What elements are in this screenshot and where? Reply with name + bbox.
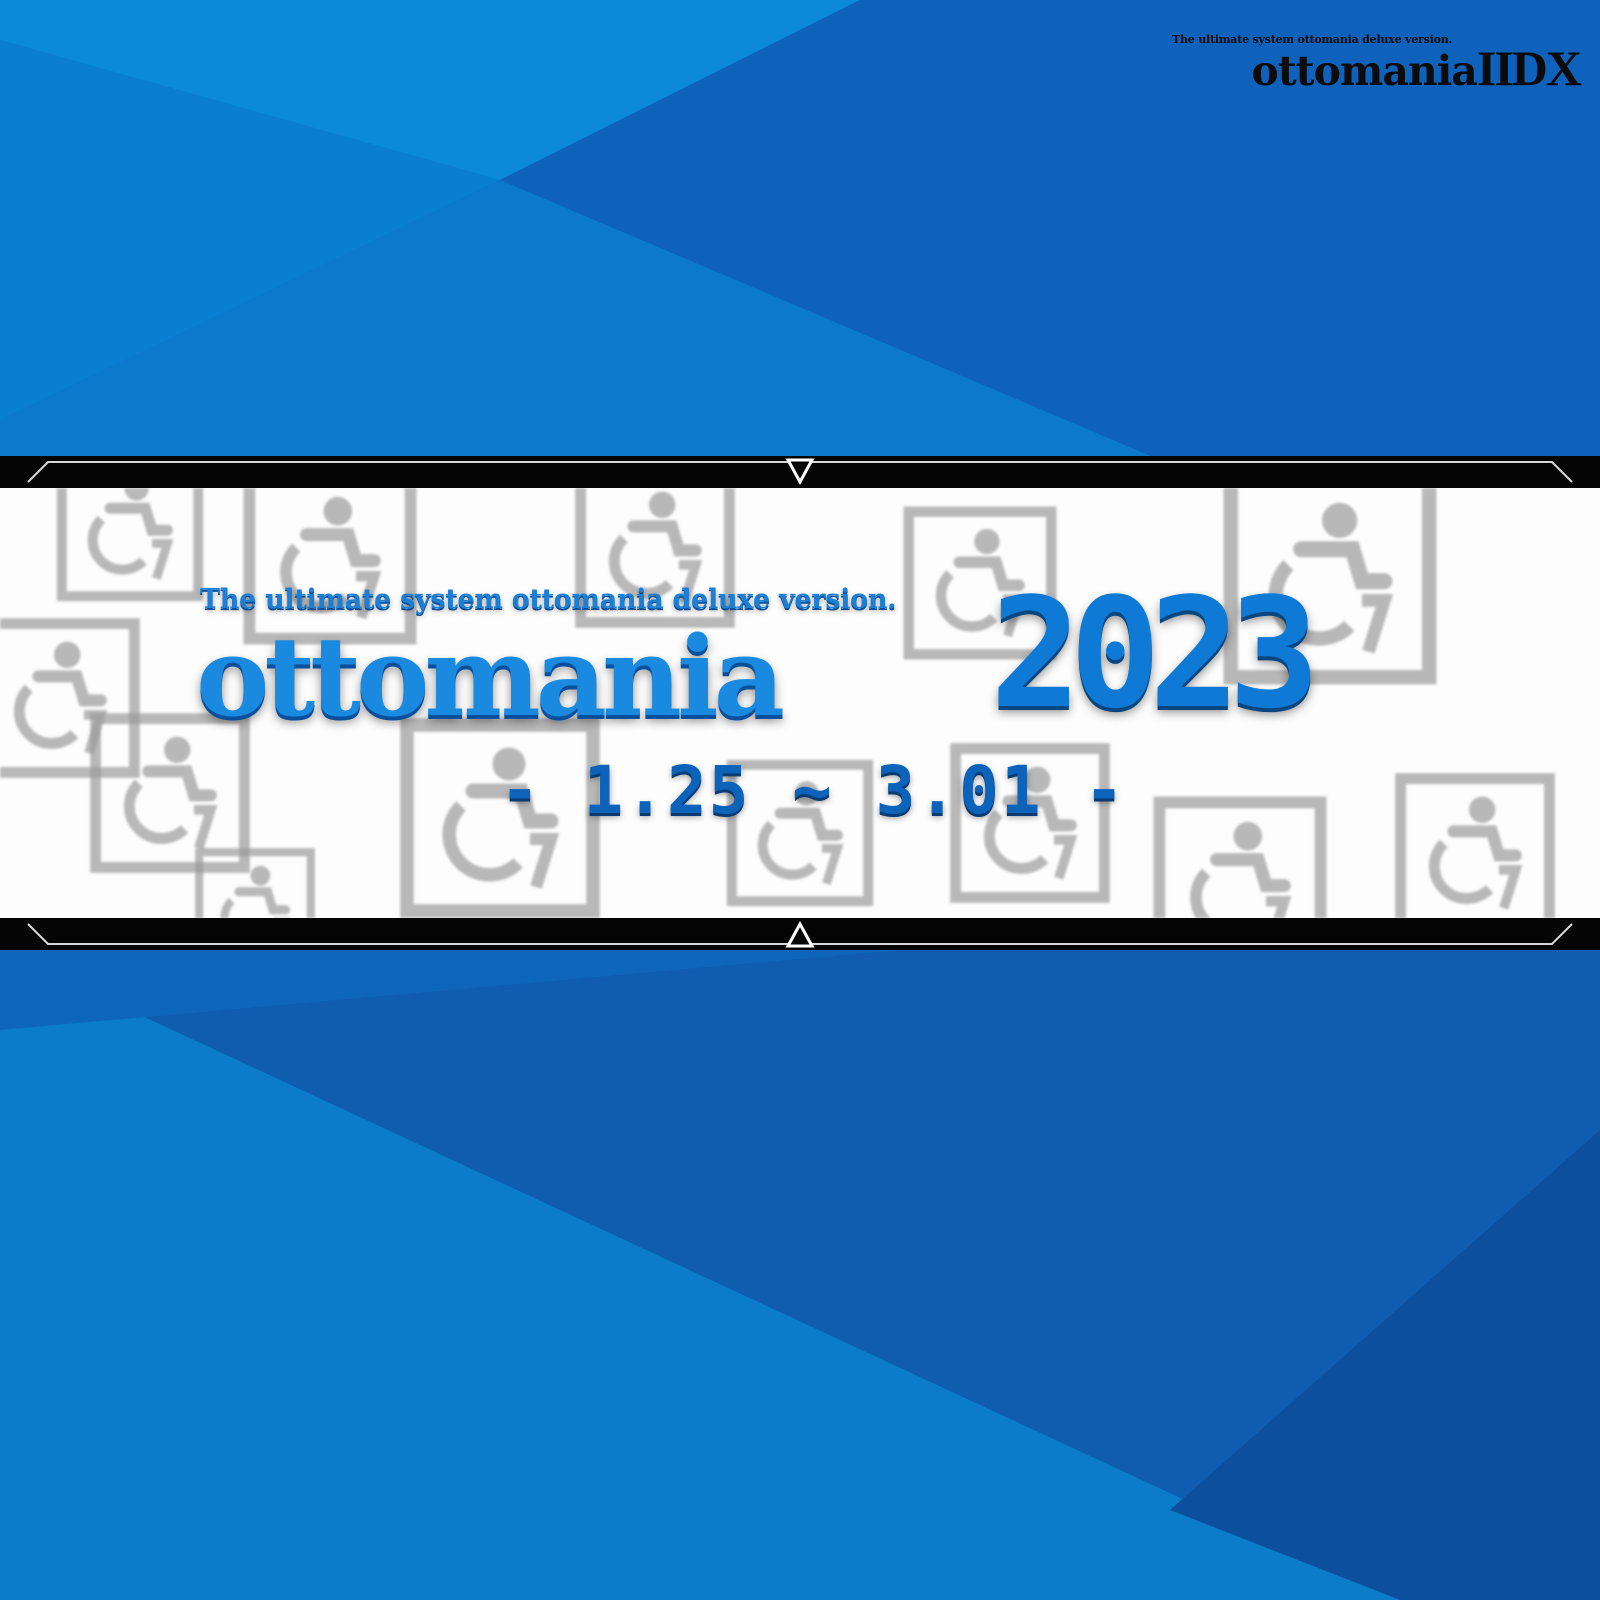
title-banner: The ultimate system ottomania deluxe ver… xyxy=(0,456,1600,950)
banner-wordmark: ottomania xyxy=(196,612,785,741)
banner-dates: - 1.25 ~ 3.01 - xyxy=(500,752,1127,829)
title-block: The ultimate system ottomania deluxe ver… xyxy=(0,456,1600,950)
corner-logo: The ultimate system ottomania deluxe ver… xyxy=(1150,34,1582,95)
corner-logo-suffix: IIDX xyxy=(1476,40,1582,96)
corner-logo-name: ottomaniaIIDX xyxy=(1150,43,1582,95)
corner-logo-wordmark: ottomania xyxy=(1251,47,1477,95)
banner-year: 2023 xyxy=(990,565,1320,742)
